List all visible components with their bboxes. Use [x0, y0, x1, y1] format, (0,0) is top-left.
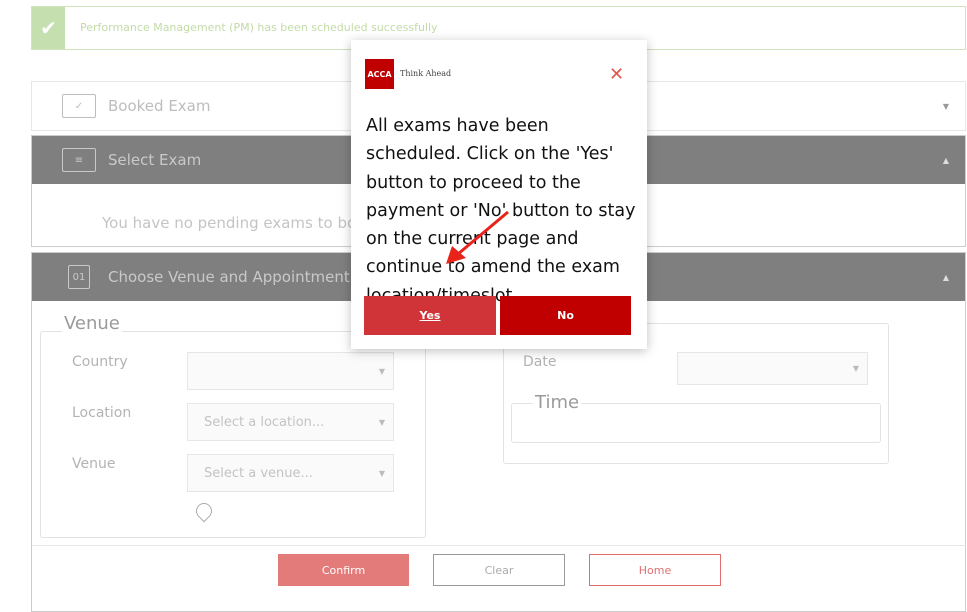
annotation-arrow [446, 210, 509, 264]
